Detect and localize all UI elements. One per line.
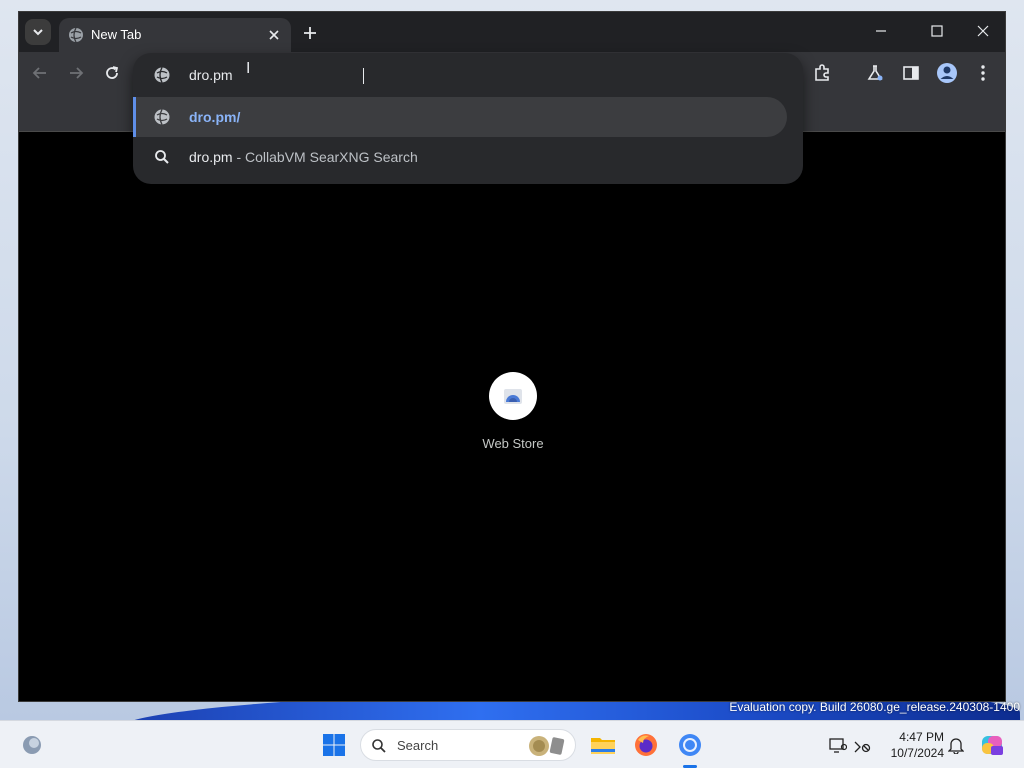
suggestion-search-text: dro.pm - CollabVM SearXNG Search	[189, 149, 418, 165]
widgets-button[interactable]	[16, 729, 48, 761]
file-explorer-button[interactable]	[587, 729, 619, 761]
tab-strip: New Tab	[19, 12, 1005, 52]
omnibox-dropdown: dro.pm/ dro.pm - CollabVM SearXNG Search	[133, 53, 803, 184]
search-label: Search	[397, 738, 439, 753]
copilot-button[interactable]	[976, 729, 1008, 761]
close-icon	[269, 30, 279, 40]
taskbar-search[interactable]: Search	[360, 729, 576, 761]
tab-search-button[interactable]	[25, 19, 51, 45]
globe-icon	[154, 109, 170, 125]
copilot-icon	[982, 736, 1003, 755]
search-icon	[155, 150, 169, 164]
suggestion-search[interactable]: dro.pm - CollabVM SearXNG Search	[133, 137, 787, 177]
reload-button[interactable]	[101, 62, 123, 84]
address-bar-input[interactable]	[189, 65, 749, 85]
globe-icon	[154, 67, 170, 83]
firefox-button[interactable]	[630, 729, 662, 761]
shortcut-web-store[interactable]: Web Store	[481, 372, 545, 451]
avatar-icon	[937, 63, 957, 83]
puzzle-icon	[815, 64, 829, 81]
minimize-icon	[876, 30, 886, 32]
chrome-button[interactable]	[674, 729, 706, 761]
forward-button[interactable]	[65, 62, 87, 84]
clock-date: 10/7/2024	[890, 746, 944, 760]
windows-logo-icon	[323, 734, 345, 756]
shortcut-label: Web Store	[482, 436, 544, 451]
taskbar-clock[interactable]: 4:47 PM 10/7/2024	[880, 729, 944, 761]
extensions-button[interactable]	[811, 62, 833, 84]
ibeam-cursor-icon: I	[246, 59, 251, 77]
chevron-down-icon	[33, 29, 43, 36]
start-button[interactable]	[318, 729, 350, 761]
search-highlight-icon	[529, 736, 565, 756]
firefox-icon	[635, 734, 657, 756]
watermark-line: Evaluation copy. Build 26080.ge_release.…	[729, 700, 1020, 714]
shortcut-icon-circle	[489, 372, 537, 420]
display-icon	[829, 738, 847, 753]
flask-icon	[867, 65, 883, 81]
plus-icon	[304, 27, 316, 39]
new-tab-button[interactable]	[299, 22, 321, 44]
chrome-icon	[679, 734, 701, 756]
text-caret	[363, 68, 364, 84]
suggestion-url-text: dro.pm/	[189, 109, 241, 125]
weather-icon	[23, 736, 41, 754]
web-store-icon	[504, 389, 522, 404]
search-icon	[372, 739, 386, 753]
evaluation-watermark: Evaluation copy. Build 26080.ge_release.…	[729, 700, 1020, 714]
arrow-left-icon	[32, 67, 46, 79]
network-button[interactable]	[846, 729, 878, 761]
maximize-icon	[931, 25, 943, 37]
profile-button[interactable]	[936, 62, 958, 84]
suggestion-query: dro.pm	[189, 149, 233, 165]
notifications-button[interactable]	[940, 729, 972, 761]
network-disconnected-icon	[854, 741, 871, 753]
suggestion-url[interactable]: dro.pm/	[133, 97, 787, 137]
globe-icon	[69, 27, 83, 43]
clock-time: 4:47 PM	[899, 730, 944, 744]
minimize-button[interactable]	[865, 18, 897, 44]
folder-icon	[591, 738, 615, 754]
close-icon	[977, 25, 989, 37]
close-window-button[interactable]	[967, 18, 999, 44]
bell-icon	[948, 738, 964, 754]
side-panel-icon	[903, 66, 919, 80]
tab-title: New Tab	[91, 27, 142, 42]
back-button[interactable]	[29, 62, 51, 84]
tab-close-button[interactable]	[265, 26, 283, 44]
side-panel-button[interactable]	[900, 62, 922, 84]
more-vert-icon	[981, 65, 985, 81]
menu-button[interactable]	[972, 62, 994, 84]
maximize-button[interactable]	[921, 18, 953, 44]
arrow-right-icon	[70, 67, 84, 79]
reload-icon	[106, 66, 119, 79]
omnibox-input-row	[133, 53, 803, 97]
labs-button[interactable]	[864, 62, 886, 84]
taskbar: Search 4:47 PM 10/7/2024	[0, 720, 1024, 768]
tab-new-tab[interactable]: New Tab	[59, 18, 291, 52]
suggestion-engine: - CollabVM SearXNG Search	[236, 149, 418, 165]
browser-window: New Tab dro.pm dro.pm/ dro.pm - CollabVM…	[18, 11, 1006, 702]
